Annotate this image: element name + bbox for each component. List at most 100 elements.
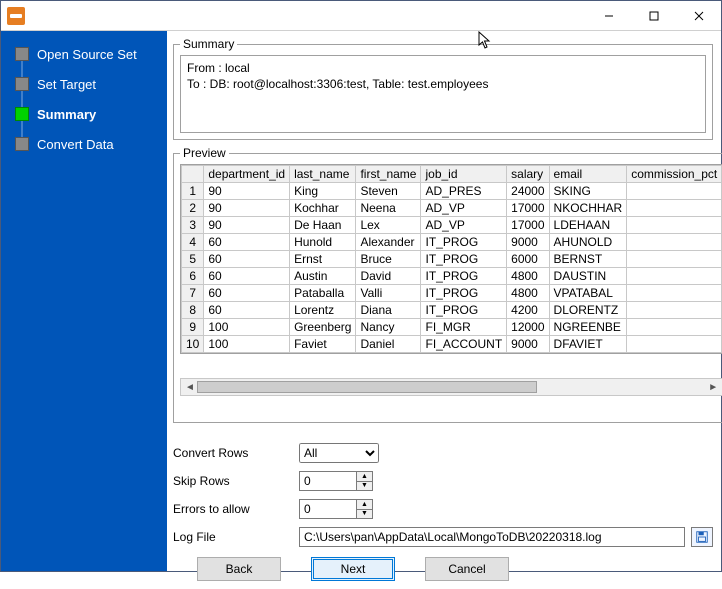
- table-cell: IT_PROG: [421, 268, 507, 285]
- table-cell: [627, 268, 722, 285]
- table-row[interactable]: 460HunoldAlexanderIT_PROG9000AHUNOLD: [182, 234, 722, 251]
- row-number-cell: 1: [182, 183, 204, 200]
- column-header[interactable]: last_name: [290, 166, 356, 183]
- back-button[interactable]: Back: [197, 557, 281, 581]
- summary-text[interactable]: From : local To : DB: root@localhost:330…: [180, 55, 706, 133]
- table-row[interactable]: 660AustinDavidIT_PROG4800DAUSTIN: [182, 268, 722, 285]
- row-number-cell: 7: [182, 285, 204, 302]
- table-cell: Faviet: [290, 336, 356, 353]
- wizard-steps: Open Source Set Set TargetSummaryConvert …: [1, 31, 167, 571]
- table-cell: 9000: [507, 336, 549, 353]
- table-cell: IT_PROG: [421, 302, 507, 319]
- table-cell: 4800: [507, 268, 549, 285]
- table-cell: Ernst: [290, 251, 356, 268]
- wizard-step[interactable]: Open Source Set: [1, 39, 167, 69]
- row-number-cell: 2: [182, 200, 204, 217]
- scroll-right-icon[interactable]: ►: [706, 382, 720, 393]
- spin-down-icon[interactable]: ▼: [357, 510, 372, 519]
- table-cell: NKOCHHAR: [549, 200, 627, 217]
- table-cell: 60: [204, 268, 290, 285]
- column-header[interactable]: first_name: [356, 166, 421, 183]
- row-number-cell: 6: [182, 268, 204, 285]
- spin-up-icon[interactable]: ▲: [357, 500, 372, 510]
- spin-down-icon[interactable]: ▼: [357, 482, 372, 491]
- table-cell: AD_PRES: [421, 183, 507, 200]
- table-row[interactable]: 390De HaanLexAD_VP17000LDEHAAN: [182, 217, 722, 234]
- log-file-input[interactable]: [299, 527, 685, 547]
- step-status-icon: [15, 107, 29, 121]
- table-cell: Pataballa: [290, 285, 356, 302]
- spin-up-icon[interactable]: ▲: [357, 472, 372, 482]
- summary-legend: Summary: [180, 37, 237, 51]
- titlebar: [1, 1, 721, 31]
- table-row[interactable]: 560ErnstBruceIT_PROG6000BERNST: [182, 251, 722, 268]
- horizontal-scrollbar[interactable]: ◄ ►: [180, 378, 722, 396]
- table-cell: De Haan: [290, 217, 356, 234]
- column-header[interactable]: email: [549, 166, 627, 183]
- table-row[interactable]: 290KochharNeenaAD_VP17000NKOCHHAR: [182, 200, 722, 217]
- table-cell: FI_MGR: [421, 319, 507, 336]
- column-header[interactable]: job_id: [421, 166, 507, 183]
- preview-table: department_idlast_namefirst_namejob_idsa…: [181, 165, 722, 353]
- scroll-left-icon[interactable]: ◄: [183, 382, 197, 393]
- table-cell: 60: [204, 285, 290, 302]
- table-cell: Alexander: [356, 234, 421, 251]
- minimize-button[interactable]: [586, 1, 631, 30]
- table-row[interactable]: 190KingStevenAD_PRES24000SKING: [182, 183, 722, 200]
- wizard-step[interactable]: Set Target: [1, 69, 167, 99]
- table-cell: DLORENTZ: [549, 302, 627, 319]
- table-cell: LDEHAAN: [549, 217, 627, 234]
- table-cell: 6000: [507, 251, 549, 268]
- cancel-button[interactable]: Cancel: [425, 557, 509, 581]
- column-header[interactable]: commission_pct: [627, 166, 722, 183]
- table-cell: [627, 200, 722, 217]
- table-cell: Daniel: [356, 336, 421, 353]
- skip-rows-spinner[interactable]: ▲▼: [299, 471, 373, 491]
- row-number-cell: 8: [182, 302, 204, 319]
- table-cell: [627, 183, 722, 200]
- row-number-header[interactable]: [182, 166, 204, 183]
- close-button[interactable]: [676, 1, 721, 30]
- step-status-icon: [15, 47, 29, 61]
- preview-table-wrap[interactable]: department_idlast_namefirst_namejob_idsa…: [180, 164, 722, 354]
- table-cell: IT_PROG: [421, 234, 507, 251]
- errors-input[interactable]: [300, 500, 356, 518]
- options-form: Convert Rows All Skip Rows ▲▼ Errors to …: [173, 443, 713, 547]
- table-row[interactable]: 10100FavietDanielFI_ACCOUNT9000DFAVIET: [182, 336, 722, 353]
- errors-spinner[interactable]: ▲▼: [299, 499, 373, 519]
- table-cell: NGREENBE: [549, 319, 627, 336]
- table-row[interactable]: 860LorentzDianaIT_PROG4200DLORENTZ: [182, 302, 722, 319]
- table-cell: 90: [204, 217, 290, 234]
- table-cell: 60: [204, 234, 290, 251]
- step-status-icon: [15, 77, 29, 91]
- table-cell: AD_VP: [421, 200, 507, 217]
- table-cell: Neena: [356, 200, 421, 217]
- column-header[interactable]: department_id: [204, 166, 290, 183]
- main-panel: Summary From : local To : DB: root@local…: [167, 31, 721, 571]
- row-number-cell: 3: [182, 217, 204, 234]
- wizard-step[interactable]: Convert Data: [1, 129, 167, 159]
- table-cell: 4200: [507, 302, 549, 319]
- table-cell: 90: [204, 183, 290, 200]
- scroll-thumb[interactable]: [197, 381, 537, 393]
- wizard-step[interactable]: Summary: [1, 99, 167, 129]
- row-number-cell: 10: [182, 336, 204, 353]
- convert-rows-select[interactable]: All: [299, 443, 379, 463]
- preview-group: Preview department_idlast_namefirst_name…: [173, 146, 722, 423]
- maximize-button[interactable]: [631, 1, 676, 30]
- table-cell: DAUSTIN: [549, 268, 627, 285]
- next-button[interactable]: Next: [311, 557, 395, 581]
- browse-log-button[interactable]: [691, 527, 713, 547]
- column-header[interactable]: salary: [507, 166, 549, 183]
- table-row[interactable]: 760PataballaValliIT_PROG4800VPATABAL: [182, 285, 722, 302]
- table-cell: Lex: [356, 217, 421, 234]
- skip-rows-input[interactable]: [300, 472, 356, 490]
- table-cell: Greenberg: [290, 319, 356, 336]
- row-number-cell: 4: [182, 234, 204, 251]
- table-cell: Austin: [290, 268, 356, 285]
- table-cell: AHUNOLD: [549, 234, 627, 251]
- table-cell: 24000: [507, 183, 549, 200]
- step-label: Open Source Set: [37, 47, 137, 62]
- table-row[interactable]: 9100GreenbergNancyFI_MGR12000NGREENBE: [182, 319, 722, 336]
- table-cell: Bruce: [356, 251, 421, 268]
